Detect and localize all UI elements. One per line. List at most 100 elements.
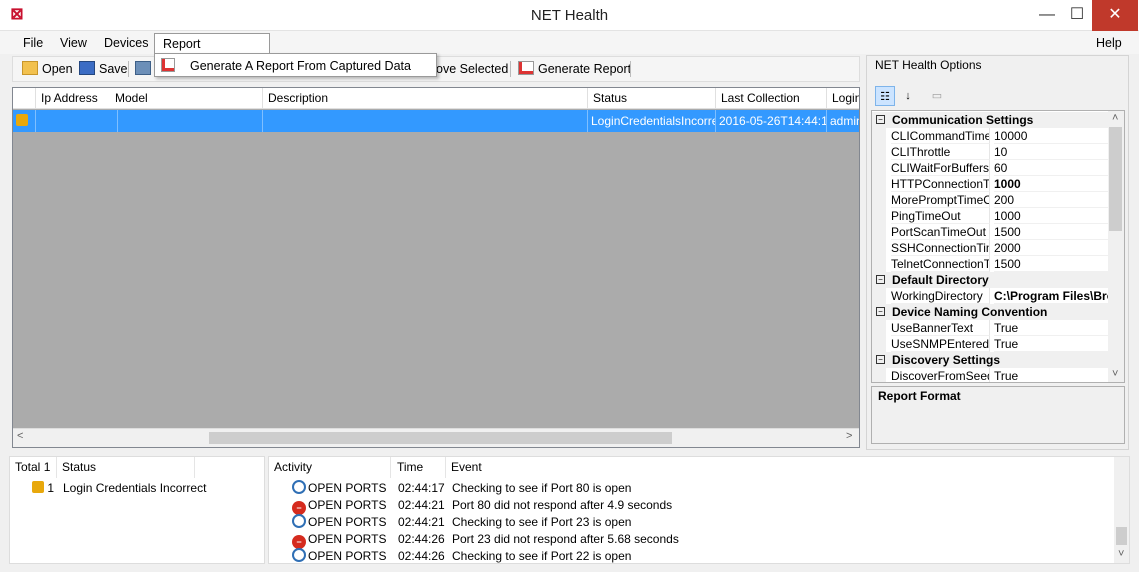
search-icon xyxy=(292,514,306,528)
cell-description xyxy=(262,110,587,132)
column-header-description[interactable]: Description xyxy=(262,88,587,109)
property-pages-icon[interactable]: ▭ xyxy=(927,86,947,106)
scrollbar-thumb[interactable] xyxy=(1116,527,1127,545)
stop-icon: − xyxy=(292,501,306,515)
event-time: 02:44:17 xyxy=(398,481,445,495)
category-device-naming-convention[interactable]: − Device Naming Convention xyxy=(872,304,1108,320)
property-row[interactable]: CLIWaitForBuffersTo60 xyxy=(872,160,1108,176)
list-item[interactable]: OPEN PORTS xyxy=(292,548,386,565)
report-format-label: Report Format xyxy=(878,389,961,403)
column-header-model[interactable]: Model xyxy=(110,88,262,109)
scroll-down-icon[interactable]: ˅ xyxy=(1112,368,1118,380)
lock-icon xyxy=(32,481,44,493)
menu-view[interactable]: View xyxy=(56,33,91,54)
property-grid[interactable]: −Communication Settings CLICommandTimeOu… xyxy=(871,110,1125,383)
category-discovery-settings[interactable]: − Discovery Settings xyxy=(872,352,1108,368)
maximize-button[interactable]: ☐ xyxy=(1062,0,1092,31)
status-column-header[interactable]: Status xyxy=(57,457,195,478)
property-row[interactable]: CLIThrottle 10 xyxy=(872,144,1108,160)
report-icon xyxy=(161,58,175,72)
status-row[interactable]: 1 xyxy=(32,480,54,497)
categorized-view-icon[interactable]: ☷ xyxy=(875,86,895,106)
event-column-header[interactable]: Event xyxy=(446,457,1113,478)
list-item[interactable]: − OPEN PORTS xyxy=(292,497,386,515)
total-label: Total xyxy=(15,460,41,474)
status-row-count: 1 xyxy=(47,481,55,495)
column-header-last-collection[interactable]: Last Collection xyxy=(715,88,826,109)
generate-report-from-captured-data-item[interactable]: Generate A Report From Captured Data xyxy=(190,57,411,75)
minimize-button[interactable]: — xyxy=(1032,0,1062,31)
search-icon xyxy=(292,548,306,562)
save-label: Save xyxy=(99,62,128,76)
menu-report-generation[interactable]: Report Generation xyxy=(154,33,270,72)
event-text: Checking to see if Port 80 is open xyxy=(452,481,632,495)
event-text: Checking to see if Port 23 is open xyxy=(452,515,632,529)
property-row[interactable]: UseBannerText True xyxy=(872,320,1108,336)
remove-selected-label: ove Selected xyxy=(436,62,509,76)
event-time: 02:44:26 xyxy=(398,549,445,563)
status-total-header[interactable]: Total 1 xyxy=(10,457,57,478)
column-header-login[interactable]: Login xyxy=(826,88,859,109)
options-title: NET Health Options xyxy=(875,58,982,72)
cell-status: LoginCredentialsIncorrect xyxy=(587,110,715,132)
property-row[interactable]: DiscoverFromSeedDeviceTrue xyxy=(872,368,1108,382)
scrollbar-thumb[interactable] xyxy=(1109,127,1122,231)
event-text: Port 80 did not respond after 4.9 second… xyxy=(452,498,673,512)
time-column-header[interactable]: Time xyxy=(392,457,446,478)
property-row[interactable]: WorkingDirectoryC:\Program Files\Brocade xyxy=(872,288,1108,304)
property-row[interactable]: HTTPConnectionTimeout1000 xyxy=(872,176,1108,192)
property-row[interactable]: SSHConnectionTimeout2000 xyxy=(872,240,1108,256)
search-icon xyxy=(292,480,306,494)
cell-model xyxy=(117,110,262,132)
list-item[interactable]: OPEN PORTS xyxy=(292,514,386,531)
report-icon xyxy=(518,61,534,75)
remove-selected-button[interactable]: ove Selected xyxy=(436,58,508,80)
cell-ip xyxy=(35,110,117,132)
total-count: 1 xyxy=(43,460,51,474)
devices-grid[interactable] xyxy=(12,87,860,448)
toolbar-separator xyxy=(630,61,631,77)
property-row[interactable]: UseSNMPEnteredIDTrue xyxy=(872,336,1108,352)
scroll-up-icon[interactable]: ˄ xyxy=(1112,112,1118,124)
scroll-right-icon[interactable]: > xyxy=(846,430,852,442)
menu-help[interactable]: Help xyxy=(1092,33,1126,54)
property-row[interactable]: CLICommandTimeOut10000 xyxy=(872,128,1108,144)
save-button[interactable]: Save xyxy=(79,58,128,80)
scroll-left-icon[interactable]: < xyxy=(17,430,23,442)
category-default-directory[interactable]: − Default Directory xyxy=(872,272,1108,288)
lock-icon xyxy=(16,114,28,128)
scroll-down-icon[interactable]: ˅ xyxy=(1118,548,1124,560)
column-header-status[interactable]: Status xyxy=(587,88,715,109)
alphabetical-sort-icon[interactable]: ↓ xyxy=(898,86,918,106)
close-button[interactable]: ✕ xyxy=(1092,0,1138,31)
event-text: Checking to see if Port 22 is open xyxy=(452,549,632,563)
category-communication-settings[interactable]: − Communication Settings xyxy=(872,112,1108,128)
toolbar-separator xyxy=(128,61,129,77)
activity-column-header[interactable]: Activity xyxy=(269,457,391,478)
event-text: Port 23 did not respond after 5.68 secon… xyxy=(452,532,679,546)
status-row-label: Login Credentials Incorrect xyxy=(63,481,207,495)
open-button[interactable]: Open xyxy=(22,58,73,80)
folder-open-icon xyxy=(22,61,38,75)
property-row[interactable]: TelnetConnectionTimeout1500 xyxy=(872,256,1108,272)
property-row[interactable]: MorePromptTimeOut200 xyxy=(872,192,1108,208)
open-label: Open xyxy=(42,62,73,76)
event-time: 02:44:21 xyxy=(398,515,445,529)
generate-report-label: Generate Report xyxy=(538,62,632,76)
property-row[interactable]: PortScanTimeOut 1500 xyxy=(872,224,1108,240)
devices-button[interactable] xyxy=(135,58,155,80)
stop-icon: − xyxy=(292,535,306,549)
list-item[interactable]: OPEN PORTS xyxy=(292,480,386,497)
generate-report-button[interactable]: Generate Report xyxy=(518,58,631,80)
property-row[interactable]: PingTimeOut 1000 xyxy=(872,208,1108,224)
list-item[interactable]: − OPEN PORTS xyxy=(292,531,386,549)
cell-login: admin xyxy=(826,110,859,132)
scrollbar-thumb[interactable] xyxy=(209,432,672,444)
column-header-ip[interactable]: Ip Address xyxy=(35,88,117,109)
cell-last-collection: 2016-05-26T14:44:12 xyxy=(715,110,826,132)
toolbar-separator xyxy=(510,61,511,77)
menu-devices[interactable]: Devices xyxy=(100,33,152,54)
event-time: 02:44:21 xyxy=(398,498,445,512)
menu-file[interactable]: File xyxy=(19,33,47,54)
floppy-disk-icon xyxy=(79,61,95,75)
